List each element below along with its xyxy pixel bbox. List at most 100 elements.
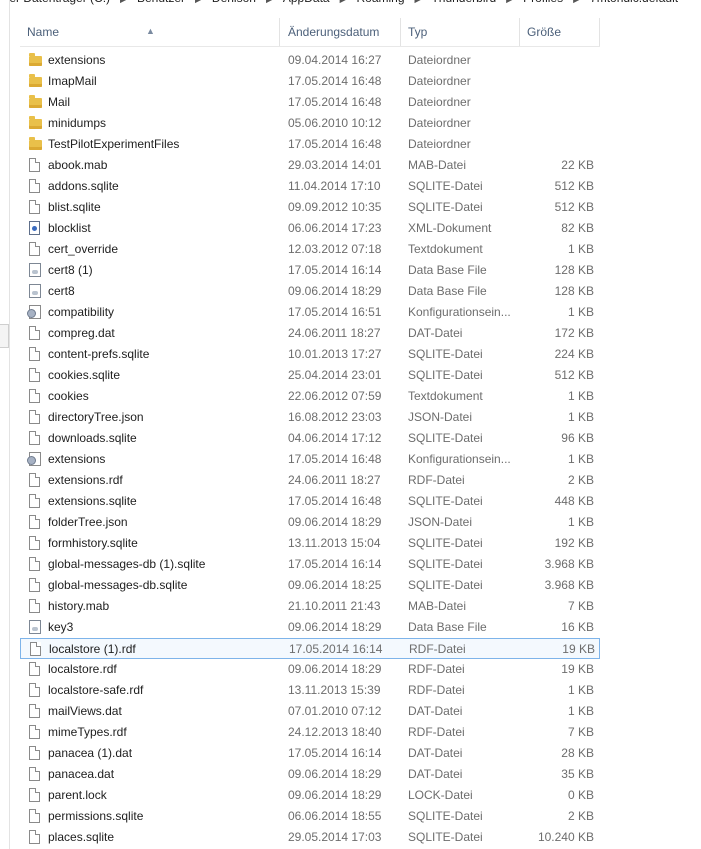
file-type: Dateiordner	[408, 53, 471, 67]
file-row[interactable]: parent.lock 09.06.2014 18:29 LOCK-Datei 0 K…	[20, 785, 600, 806]
file-type: SQLITE-Datei	[408, 557, 483, 571]
breadcrumb-segment[interactable]: Roaming	[357, 0, 405, 5]
breadcrumb-segment[interactable]: Thunderbird	[431, 0, 496, 5]
file-row[interactable]: history.mab 21.10.2011 21:43 MAB-Datei 7 KB	[20, 596, 600, 617]
file-icon	[29, 557, 40, 571]
file-name: cookies	[48, 389, 89, 403]
file-row[interactable]: folderTree.json 09.06.2014 18:29 JSON-Date…	[20, 512, 600, 533]
file-type: SQLITE-Datei	[408, 578, 483, 592]
file-size: 192 KB	[554, 536, 594, 550]
file-row[interactable]: global-messages-db (1).sqlite 17.05.2014 …	[20, 554, 600, 575]
file-row[interactable]: mimeTypes.rdf 24.12.2013 18:40 RDF-Datei 7 …	[20, 722, 600, 743]
file-row[interactable]: minidumps 05.06.2010 10:12 Dateiordner	[20, 113, 600, 134]
folder-icon	[29, 116, 42, 129]
file-modified-date: 17.05.2014 16:48	[288, 137, 382, 151]
file-row[interactable]: panacea.dat 09.06.2014 18:29 DAT-Datei 35 K…	[20, 764, 600, 785]
file-row[interactable]: localstore-safe.rdf 13.11.2013 15:39 RDF-D…	[20, 680, 600, 701]
chevron-right-icon[interactable]: ▶	[120, 0, 127, 4]
file-name: cert8 (1)	[48, 263, 93, 277]
file-row[interactable]: places.sqlite 29.05.2014 17:03 SQLITE-Date…	[20, 827, 600, 848]
file-size: 7 KB	[567, 725, 594, 739]
file-row[interactable]: cert_override 12.03.2012 07:18 Textdokumen…	[20, 239, 600, 260]
file-row[interactable]: mailViews.dat 07.01.2010 07:12 DAT-Datei 1 …	[20, 701, 600, 722]
file-row[interactable]: cookies.sqlite 25.04.2014 23:01 SQLITE-Dat…	[20, 365, 600, 386]
chevron-right-icon[interactable]: ▶	[266, 0, 273, 4]
column-header-type[interactable]: Typ	[402, 18, 520, 46]
file-name: parent.lock	[48, 788, 107, 802]
chevron-right-icon[interactable]: ▶	[195, 0, 202, 4]
file-name: localstore.rdf	[48, 662, 117, 676]
file-row[interactable]: panacea (1).dat 17.05.2014 16:14 DAT-Datei…	[20, 743, 600, 764]
breadcrumb-segment[interactable]: Benutzer	[137, 0, 185, 5]
file-row[interactable]: blist.sqlite 09.09.2012 10:35 SQLITE-Datei…	[20, 197, 600, 218]
file-name: blist.sqlite	[48, 200, 101, 214]
file-modified-date: 24.06.2011 18:27	[288, 326, 381, 340]
file-row[interactable]: ImapMail 17.05.2014 16:48 Dateiordner	[20, 71, 600, 92]
breadcrumb-segment[interactable]: 7mtohdlc.default	[590, 0, 678, 5]
chevron-right-icon[interactable]: ▶	[573, 0, 580, 4]
file-row[interactable]: content-prefs.sqlite 10.01.2013 17:27 SQLI…	[20, 344, 600, 365]
file-row[interactable]: Mail 17.05.2014 16:48 Dateiordner	[20, 92, 600, 113]
file-row[interactable]: extensions.rdf 24.06.2011 18:27 RDF-Datei 2…	[20, 470, 600, 491]
file-row[interactable]: TestPilotExperimentFiles 17.05.2014 16:48…	[20, 134, 600, 155]
file-size	[520, 92, 594, 113]
file-type: SQLITE-Datei	[408, 494, 483, 508]
file-size: 172 KB	[554, 326, 594, 340]
file-row[interactable]: formhistory.sqlite 13.11.2013 15:04 SQLITE…	[20, 533, 600, 554]
breadcrumb-segment[interactable]: Profiles	[523, 0, 563, 5]
file-modified-date: 09.06.2014 18:29	[288, 767, 382, 781]
folder-icon	[29, 53, 42, 66]
file-row[interactable]: addons.sqlite 11.04.2014 17:10 SQLITE-Date…	[20, 176, 600, 197]
file-row[interactable]: key3 09.06.2014 18:29 Data Base File 16 KB	[20, 617, 600, 638]
file-row[interactable]: cookies 22.06.2012 07:59 Textdokument 1 KB	[20, 386, 600, 407]
column-header-size-label: Größe	[527, 25, 562, 39]
file-type: RDF-Datei	[408, 683, 465, 697]
file-icon	[29, 746, 40, 760]
file-row[interactable]: cert8 (1) 17.05.2014 16:14 Data Base File 1…	[20, 260, 600, 281]
config-file-icon	[27, 305, 41, 319]
breadcrumb[interactable]: aler Datenträger (C:) ▶ Benutzer ▶ Denison ▶ A…	[0, 0, 701, 8]
file-name: ImapMail	[48, 74, 97, 88]
file-row[interactable]: global-messages-db.sqlite 09.06.2014 18:2…	[20, 575, 600, 596]
file-type: RDF-Datei	[409, 642, 466, 656]
chevron-right-icon[interactable]: ▶	[340, 0, 347, 4]
file-name: compatibility	[48, 305, 115, 319]
file-row[interactable]: abook.mab 29.03.2014 14:01 MAB-Datei 22 KB	[20, 155, 600, 176]
breadcrumb-segment[interactable]: AppData	[283, 0, 330, 5]
chevron-right-icon[interactable]: ▶	[506, 0, 513, 4]
column-header-date[interactable]: Änderungsdatum	[281, 18, 401, 46]
file-modified-date: 21.10.2011 21:43	[288, 599, 381, 613]
file-row[interactable]: directoryTree.json 16.08.2012 23:03 JSON-D…	[20, 407, 600, 428]
chevron-right-icon[interactable]: ▶	[415, 0, 422, 4]
file-row[interactable]: permissions.sqlite 06.06.2014 18:55 SQLITE…	[20, 806, 600, 827]
column-header-size[interactable]: Größe	[521, 18, 600, 46]
file-modified-date: 05.06.2010 10:12	[288, 116, 382, 130]
file-modified-date: 29.05.2014 17:03	[288, 830, 382, 844]
file-row[interactable]: compreg.dat 24.06.2011 18:27 DAT-Datei 172 …	[20, 323, 600, 344]
file-row[interactable]: extensions 09.04.2014 16:27 Dateiordner	[20, 50, 600, 71]
column-header-name[interactable]: Name ▲	[20, 18, 280, 46]
file-modified-date: 09.06.2014 18:25	[288, 578, 382, 592]
file-modified-date: 17.05.2014 16:14	[288, 746, 382, 760]
file-type: SQLITE-Datei	[408, 536, 483, 550]
file-name: directoryTree.json	[48, 410, 144, 424]
file-row[interactable]: localstore.rdf 09.06.2014 18:29 RDF-Datei 1…	[20, 659, 600, 680]
file-row[interactable]: extensions.sqlite 17.05.2014 16:48 SQLITE-…	[20, 491, 600, 512]
file-type: Dateiordner	[408, 95, 471, 109]
file-size: 1 KB	[567, 305, 594, 319]
file-name: cert_override	[48, 242, 119, 256]
file-modified-date: 17.05.2014 16:48	[288, 74, 382, 88]
file-type: Konfigurationsein...	[408, 452, 511, 466]
file-row[interactable]: cert8 09.06.2014 18:29 Data Base File 128 K…	[20, 281, 600, 302]
file-size: 1 KB	[567, 389, 594, 403]
file-row[interactable]: blocklist 06.06.2014 17:23 XML-Dokument 82 …	[20, 218, 600, 239]
breadcrumb-segment[interactable]: aler Datenträger (C:)	[0, 0, 110, 5]
file-row-selected[interactable]: localstore (1).rdf 17.05.2014 16:14 RDF-Da…	[20, 638, 600, 659]
file-name: localstore-safe.rdf	[48, 683, 144, 697]
database-file-icon	[29, 620, 41, 634]
file-row[interactable]: downloads.sqlite 04.06.2014 17:12 SQLITE-D…	[20, 428, 600, 449]
file-name: Mail	[48, 95, 71, 109]
breadcrumb-segment[interactable]: Denison	[212, 0, 256, 5]
file-row[interactable]: compatibility 17.05.2014 16:51 Konfigurati…	[20, 302, 600, 323]
file-row[interactable]: extensions 17.05.2014 16:48 Konfigurations…	[20, 449, 600, 470]
